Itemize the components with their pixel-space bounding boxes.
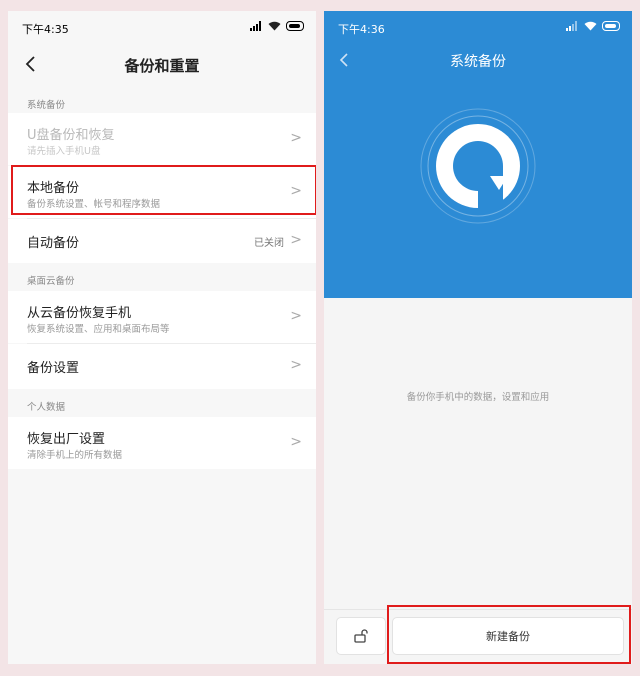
item-title: 从云备份恢复手机 bbox=[27, 306, 132, 321]
list-item-cloud-restore[interactable]: 从云备份恢复手机 恢复系统设置、应用和桌面布局等 > bbox=[8, 291, 316, 343]
item-title: 备份设置 bbox=[27, 361, 80, 376]
status-icons bbox=[566, 21, 620, 31]
status-icons bbox=[250, 21, 304, 31]
unlock-icon bbox=[354, 629, 368, 643]
highlight-box bbox=[11, 165, 316, 215]
list-item-usb-backup: U盘备份和恢复 请先插入手机U盘 > bbox=[8, 113, 316, 165]
item-title: 恢复出厂设置 bbox=[27, 432, 106, 447]
signal-icon bbox=[566, 21, 579, 31]
battery-icon bbox=[602, 21, 620, 31]
page-title: 备份和重置 bbox=[124, 57, 200, 75]
chevron-right-icon: > bbox=[290, 434, 302, 450]
section-label-cloud-backup: 桌面云备份 bbox=[27, 276, 75, 287]
chevron-right-icon: > bbox=[290, 232, 302, 248]
chevron-right-icon: > bbox=[290, 308, 302, 324]
section-label-system-backup: 系统备份 bbox=[27, 100, 66, 111]
battery-icon bbox=[286, 21, 304, 31]
header-panel: 下午4:36 系统备份 bbox=[324, 11, 632, 298]
wifi-icon bbox=[584, 21, 597, 31]
list-item-auto-backup[interactable]: 自动备份 已关闭 > bbox=[8, 219, 316, 263]
status-bar: 下午4:36 bbox=[324, 11, 632, 43]
status-time: 下午4:35 bbox=[22, 23, 69, 36]
encrypt-button[interactable] bbox=[336, 617, 386, 655]
status-time: 下午4:36 bbox=[338, 23, 385, 36]
wifi-icon bbox=[268, 21, 281, 31]
item-subtitle: 请先插入手机U盘 bbox=[27, 146, 101, 157]
item-title: U盘备份和恢复 bbox=[27, 128, 115, 143]
section-label-personal-data: 个人数据 bbox=[27, 402, 66, 413]
left-screen: 下午4:35 备份和重置 系统备份 U盘备份和恢复 请先插入手机U盘 > 本地备… bbox=[8, 11, 316, 664]
signal-icon bbox=[250, 21, 263, 31]
chevron-right-icon: > bbox=[290, 357, 302, 373]
item-value: 已关闭 bbox=[254, 238, 284, 249]
header: 备份和重置 bbox=[8, 43, 316, 87]
status-bar: 下午4:35 bbox=[8, 11, 316, 43]
list-item-backup-settings[interactable]: 备份设置 > bbox=[8, 344, 316, 389]
list-item-factory-reset[interactable]: 恢复出厂设置 清除手机上的所有数据 > bbox=[8, 417, 316, 469]
right-screen: 下午4:36 系统备份 备份你手机中的数据，设置和应用 新建备份 bbox=[324, 11, 632, 664]
backup-logo-icon bbox=[418, 106, 538, 226]
chevron-right-icon: > bbox=[290, 130, 302, 146]
highlight-box bbox=[387, 605, 631, 664]
description-text: 备份你手机中的数据，设置和应用 bbox=[406, 392, 550, 403]
page-title: 系统备份 bbox=[450, 54, 506, 70]
item-subtitle: 清除手机上的所有数据 bbox=[27, 450, 123, 461]
item-title: 自动备份 bbox=[27, 236, 80, 251]
item-subtitle: 恢复系统设置、应用和桌面布局等 bbox=[27, 324, 170, 335]
